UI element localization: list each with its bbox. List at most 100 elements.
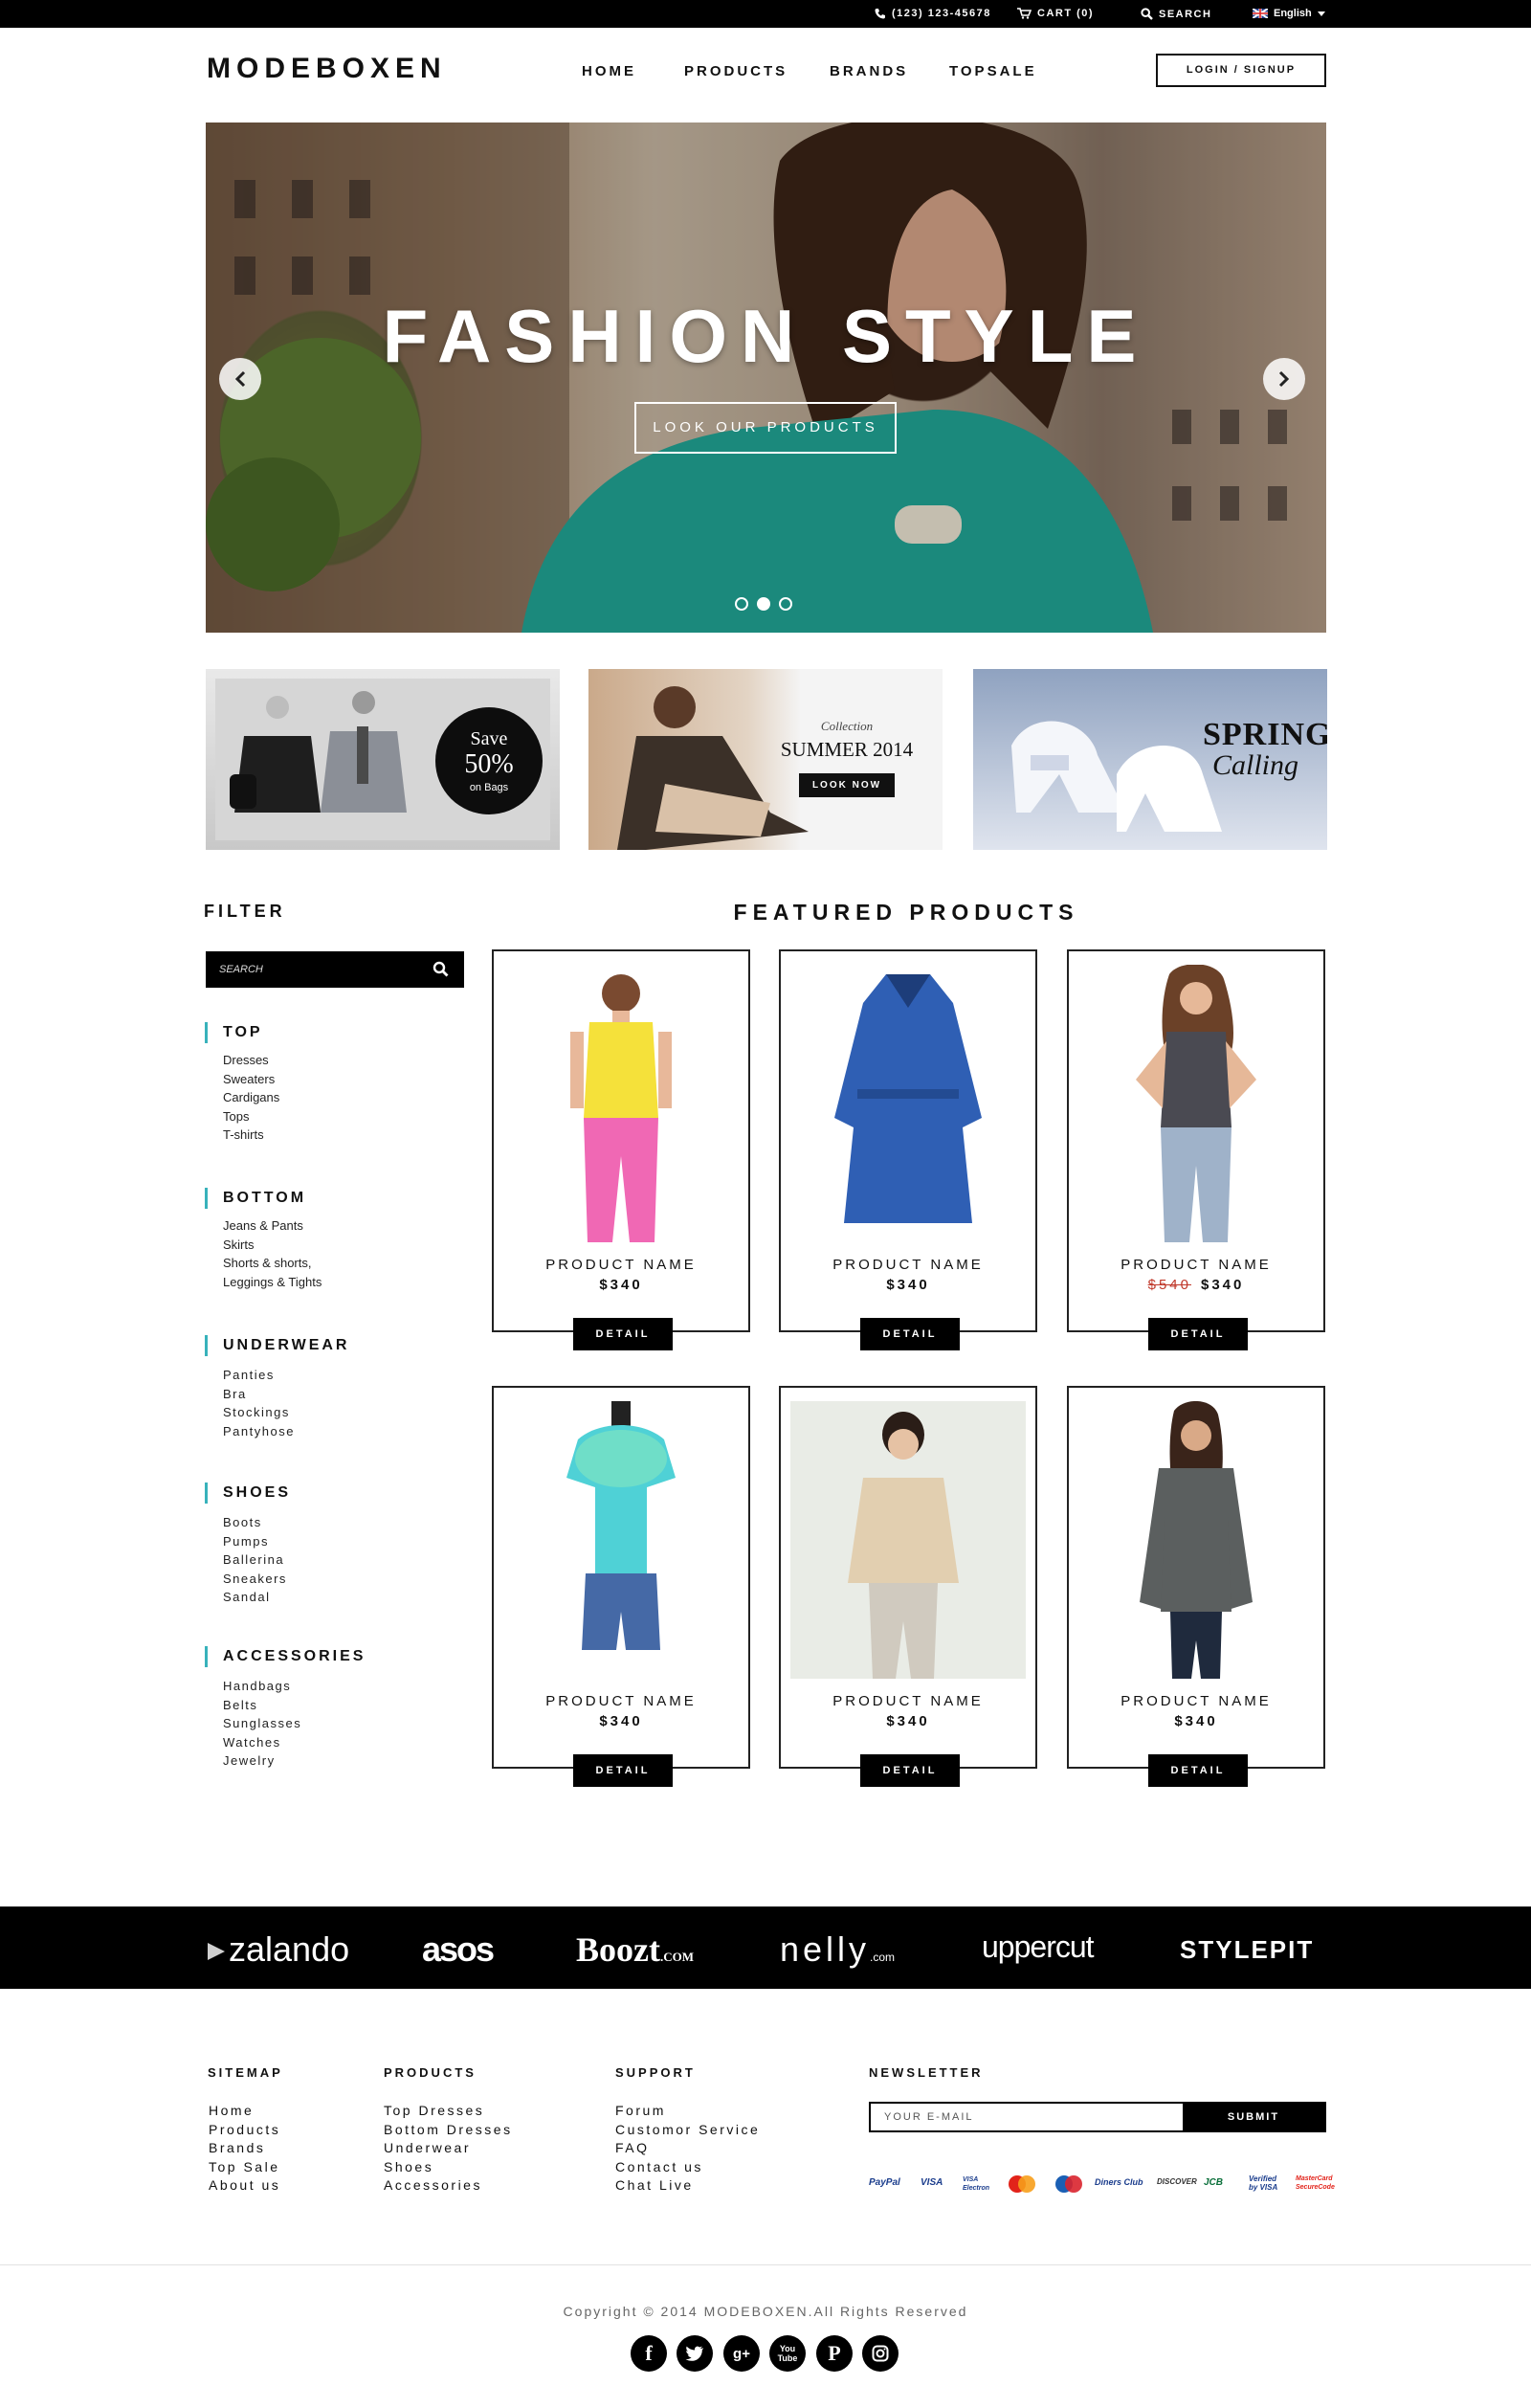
promo-banner-summer[interactable]: Collection SUMMER 2014 LOOK NOW: [588, 669, 943, 850]
category-item[interactable]: Tops: [223, 1107, 279, 1126]
look-products-button[interactable]: LOOK OUR PRODUCTS: [634, 402, 897, 454]
category-item[interactable]: Pantyhose: [223, 1422, 349, 1441]
login-signup-button[interactable]: LOGIN / SIGNUP: [1156, 54, 1326, 87]
youtube-icon[interactable]: You Tube: [769, 2335, 806, 2372]
newsletter-submit-button[interactable]: SUBMIT: [1183, 2104, 1324, 2130]
language-select[interactable]: English: [1253, 8, 1325, 19]
category-item[interactable]: Sunglasses: [223, 1714, 366, 1733]
footer-link[interactable]: Products: [209, 2121, 280, 2140]
product-card[interactable]: PRODUCT NAME $340 DETAIL: [779, 1386, 1037, 1787]
payment-discover: DISCOVER: [1157, 2177, 1197, 2186]
look-now-button[interactable]: LOOK NOW: [798, 773, 896, 797]
category-item[interactable]: Dresses: [223, 1051, 279, 1070]
category-item[interactable]: Sneakers: [223, 1570, 291, 1589]
promo-banner-bags[interactable]: Save 50% on Bags: [206, 669, 560, 850]
product-current-price: $340: [886, 1713, 930, 1729]
product-image: [566, 1401, 676, 1650]
category-item[interactable]: Panties: [223, 1366, 349, 1385]
brand-uppercut[interactable]: uppercut: [982, 1929, 1095, 1965]
product-current-price: $340: [1174, 1713, 1218, 1729]
category-underwear: UNDERWEAR Panties Bra Stockings Pantyhos…: [205, 1335, 349, 1440]
category-item[interactable]: Stockings: [223, 1403, 349, 1422]
product-price: $540 $340: [1069, 1277, 1323, 1293]
product-detail-button[interactable]: DETAIL: [860, 1318, 960, 1350]
category-item[interactable]: Bra: [223, 1385, 349, 1404]
nav-brands[interactable]: BRANDS: [830, 63, 908, 79]
nav-home[interactable]: HOME: [582, 63, 636, 79]
product-card[interactable]: PRODUCT NAME $540 $340 DETAIL: [1067, 949, 1325, 1350]
footer-link[interactable]: Underwear: [384, 2139, 513, 2158]
pinterest-icon[interactable]: P: [816, 2335, 853, 2372]
footer-link[interactable]: Shoes: [384, 2158, 513, 2177]
nav-products[interactable]: PRODUCTS: [684, 63, 788, 79]
newsletter-email-input[interactable]: YOUR E-MAIL: [884, 2111, 974, 2123]
spring-calling-text: SPRING Calling: [1203, 717, 1327, 782]
nav-topsale[interactable]: TOPSALE: [949, 63, 1037, 79]
footer-link[interactable]: Customor Service: [615, 2121, 760, 2140]
category-item[interactable]: Belts: [223, 1696, 366, 1715]
category-title[interactable]: TOP: [205, 1022, 279, 1043]
slider-next-button[interactable]: [1263, 358, 1305, 400]
category-item[interactable]: Leggings & Tights: [223, 1273, 322, 1292]
category-item[interactable]: Skirts: [223, 1236, 322, 1255]
twitter-icon[interactable]: [677, 2335, 713, 2372]
cart-link[interactable]: CART (0): [1017, 8, 1094, 19]
footer-link[interactable]: Bottom Dresses: [384, 2121, 513, 2140]
footer-link[interactable]: Home: [209, 2102, 280, 2121]
promo-banner-spring[interactable]: SPRING Calling: [973, 669, 1327, 850]
instagram-icon[interactable]: [862, 2335, 899, 2372]
slider-dot-2[interactable]: [757, 597, 770, 611]
site-logo[interactable]: MODEBOXEN: [207, 53, 447, 85]
product-card[interactable]: PRODUCT NAME $340 DETAIL: [1067, 1386, 1325, 1787]
category-item[interactable]: Sweaters: [223, 1070, 279, 1089]
footer-link[interactable]: Top Dresses: [384, 2102, 513, 2121]
category-item[interactable]: Ballerina: [223, 1550, 291, 1570]
product-detail-button[interactable]: DETAIL: [1148, 1318, 1248, 1350]
category-item[interactable]: Pumps: [223, 1532, 291, 1551]
google-plus-icon[interactable]: g+: [723, 2335, 760, 2372]
category-item[interactable]: Sandal: [223, 1588, 291, 1607]
category-item[interactable]: Jewelry: [223, 1751, 366, 1771]
category-item[interactable]: Watches: [223, 1733, 366, 1752]
category-item[interactable]: Handbags: [223, 1677, 366, 1696]
category-title[interactable]: ACCESSORIES: [205, 1646, 366, 1667]
search-link[interactable]: SEARCH: [1141, 8, 1211, 20]
brand-nelly-suffix: .com: [870, 1951, 896, 1964]
footer-link[interactable]: Accessories: [384, 2176, 513, 2196]
brand-stylepit[interactable]: STYLEPIT: [1180, 1935, 1314, 1965]
footer-link[interactable]: Brands: [209, 2139, 280, 2158]
category-item[interactable]: Shorts & shorts,: [223, 1254, 322, 1273]
footer-link[interactable]: About us: [209, 2176, 280, 2196]
search-icon[interactable]: [433, 961, 449, 977]
product-detail-button[interactable]: DETAIL: [573, 1318, 673, 1350]
product-card[interactable]: PRODUCT NAME $340 DETAIL: [779, 949, 1037, 1350]
slider-dot-3[interactable]: [779, 597, 792, 611]
brand-asos[interactable]: asos: [422, 1929, 495, 1970]
category-item[interactable]: Cardigans: [223, 1088, 279, 1107]
category-title[interactable]: UNDERWEAR: [205, 1335, 349, 1356]
product-detail-button[interactable]: DETAIL: [1148, 1754, 1248, 1787]
category-title[interactable]: BOTTOM: [205, 1188, 322, 1209]
category-item[interactable]: T-shirts: [223, 1126, 279, 1145]
category-title[interactable]: SHOES: [205, 1483, 291, 1504]
slider-prev-button[interactable]: [219, 358, 261, 400]
footer-link[interactable]: Contact us: [615, 2158, 760, 2177]
footer-link[interactable]: FAQ: [615, 2139, 760, 2158]
slider-dot-1[interactable]: [735, 597, 748, 611]
summer-collection-text: Collection SUMMER 2014 LOOK NOW: [775, 719, 919, 797]
filter-search-input[interactable]: SEARCH: [206, 951, 464, 988]
product-detail-button[interactable]: DETAIL: [573, 1754, 673, 1787]
footer-link[interactable]: Forum: [615, 2102, 760, 2121]
product-detail-button[interactable]: DETAIL: [860, 1754, 960, 1787]
footer-link[interactable]: Chat Live: [615, 2176, 760, 2196]
category-item[interactable]: Jeans & Pants: [223, 1216, 322, 1236]
brand-zalando[interactable]: zalando: [204, 1929, 349, 1970]
product-card[interactable]: PRODUCT NAME $340 DETAIL: [492, 949, 750, 1350]
brand-boozt[interactable]: Boozt.COM: [576, 1929, 694, 1970]
phone-item[interactable]: (123) 123-45678: [875, 8, 991, 19]
facebook-icon[interactable]: f: [631, 2335, 667, 2372]
brand-nelly[interactable]: nelly.com: [780, 1929, 895, 1970]
footer-link[interactable]: Top Sale: [209, 2158, 280, 2177]
product-card[interactable]: PRODUCT NAME $340 DETAIL: [492, 1386, 750, 1787]
category-item[interactable]: Boots: [223, 1513, 291, 1532]
